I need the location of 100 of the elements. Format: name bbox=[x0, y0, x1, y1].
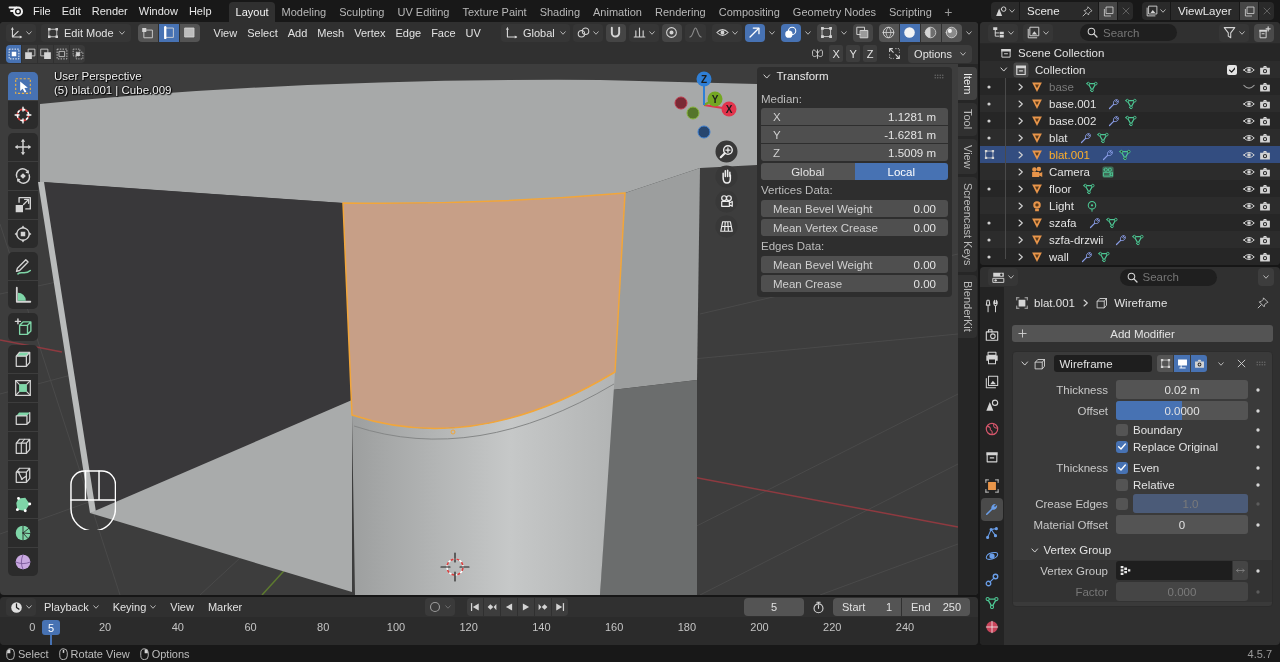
vertex-group-field[interactable] bbox=[1116, 561, 1232, 580]
camera-icon[interactable] bbox=[1259, 182, 1271, 195]
play-reverse-button[interactable] bbox=[500, 598, 517, 616]
select-mode-button[interactable] bbox=[179, 23, 200, 42]
chevron-right-icon[interactable] bbox=[1018, 252, 1024, 261]
number-field[interactable]: 0 bbox=[1116, 515, 1248, 534]
chevron-right-icon[interactable] bbox=[1018, 218, 1024, 227]
closed-eye-icon[interactable] bbox=[1243, 83, 1255, 90]
select-mode-button[interactable] bbox=[158, 23, 179, 42]
chevron-right-icon[interactable] bbox=[1018, 133, 1024, 142]
new-collection-button[interactable] bbox=[1254, 23, 1274, 42]
gizmo-toggle[interactable] bbox=[744, 23, 765, 42]
editor-type-button[interactable] bbox=[988, 268, 1018, 286]
menu-item[interactable]: Render bbox=[86, 1, 134, 21]
workspace-tab[interactable]: UV Editing bbox=[390, 2, 456, 22]
space-toggle[interactable]: Local bbox=[854, 163, 948, 180]
search-input[interactable]: Search bbox=[1103, 26, 1163, 39]
coordinate-field[interactable]: X 1.1281 m bbox=[761, 108, 948, 125]
selection-op-button[interactable] bbox=[70, 44, 85, 63]
chevron-right-icon[interactable] bbox=[1018, 167, 1024, 176]
axis-handle[interactable]: Z bbox=[696, 71, 712, 87]
stopwatch-icon[interactable] bbox=[812, 600, 825, 614]
chevron-right-icon[interactable] bbox=[1018, 116, 1024, 125]
camera-icon[interactable] bbox=[1259, 148, 1271, 161]
orientation-dropdown[interactable]: Global bbox=[500, 23, 570, 42]
previous-keyframe-button[interactable] bbox=[483, 598, 500, 616]
unlink-button[interactable] bbox=[1118, 2, 1133, 20]
menu-item[interactable]: Mesh bbox=[312, 23, 350, 42]
snap-target-dropdown[interactable] bbox=[628, 23, 659, 42]
mirror-axis-button[interactable]: X bbox=[829, 45, 844, 62]
workspace-tab[interactable]: Compositing bbox=[712, 2, 787, 22]
menu-item[interactable]: View bbox=[208, 23, 243, 42]
checkbox[interactable] bbox=[1116, 440, 1128, 453]
sidebar-tab[interactable]: Tool bbox=[958, 103, 977, 136]
menu-item[interactable]: Vertex bbox=[349, 23, 391, 42]
copy-button[interactable] bbox=[1099, 2, 1117, 20]
play-button[interactable] bbox=[517, 598, 534, 616]
checkbox[interactable] bbox=[1116, 478, 1128, 491]
chevron-right-icon[interactable] bbox=[1018, 150, 1024, 159]
jump-end-button[interactable] bbox=[551, 598, 568, 616]
chevron-down-icon[interactable] bbox=[1031, 547, 1039, 553]
pivot-dropdown[interactable] bbox=[572, 23, 603, 42]
arrows-icon[interactable] bbox=[888, 47, 902, 60]
workspace-tab[interactable]: Geometry Nodes bbox=[786, 2, 883, 22]
menu-item[interactable]: Edit bbox=[56, 1, 87, 21]
workspace-tab[interactable]: Shading bbox=[533, 2, 587, 22]
tool-button[interactable] bbox=[8, 432, 38, 460]
number-field[interactable]: Mean Bevel Weight 0.00 bbox=[761, 200, 948, 217]
outliner-row[interactable]: base.001 bbox=[980, 95, 1280, 112]
menu-item[interactable]: Face bbox=[426, 23, 461, 42]
search-field[interactable]: Search bbox=[1080, 24, 1177, 41]
menu-item[interactable]: Marker bbox=[201, 598, 249, 616]
mirror-axis-button[interactable]: Y bbox=[846, 45, 861, 62]
scene-browse-button[interactable] bbox=[991, 2, 1019, 20]
checkbox[interactable] bbox=[1116, 461, 1128, 474]
workspace-tab[interactable]: Layout bbox=[229, 2, 276, 22]
snap-toggle[interactable] bbox=[605, 23, 626, 42]
selection-op-button[interactable] bbox=[22, 44, 37, 63]
display-mode-dropdown[interactable] bbox=[988, 23, 1018, 42]
tool-button[interactable] bbox=[8, 345, 38, 373]
navigation-gizmo[interactable]: X Y Z bbox=[672, 68, 742, 144]
shading-mode-button[interactable] bbox=[941, 23, 962, 42]
camera-icon[interactable] bbox=[1259, 199, 1271, 212]
space-toggle[interactable]: Global bbox=[761, 163, 855, 180]
chevron-down-icon[interactable] bbox=[840, 30, 847, 35]
outliner-row[interactable]: Camera bbox=[980, 163, 1280, 180]
add-workspace-button[interactable]: + bbox=[938, 2, 959, 22]
axis-handle[interactable] bbox=[697, 125, 711, 139]
chevron-down-icon[interactable] bbox=[1021, 361, 1029, 366]
outliner-row[interactable]: szfa-drzwii bbox=[980, 231, 1280, 248]
editor-type-button[interactable] bbox=[6, 598, 36, 616]
render-toggle[interactable] bbox=[1191, 355, 1207, 372]
record-button[interactable] bbox=[424, 598, 455, 616]
menu-item[interactable]: Keying bbox=[106, 598, 163, 616]
menu-item[interactable]: File bbox=[27, 1, 57, 21]
start-frame-field[interactable]: Start 1 bbox=[833, 598, 901, 616]
xray-toggle[interactable] bbox=[852, 23, 873, 42]
camera-icon[interactable] bbox=[1259, 131, 1271, 144]
outliner-row[interactable]: Light bbox=[980, 197, 1280, 214]
menu-item[interactable]: Edge bbox=[390, 23, 427, 42]
menu-item[interactable]: Playback bbox=[38, 598, 105, 616]
chevron-down-icon[interactable] bbox=[965, 30, 972, 35]
item-name[interactable]: Collection bbox=[1035, 63, 1086, 76]
camera-icon[interactable] bbox=[1259, 97, 1271, 110]
copy-button[interactable] bbox=[1240, 2, 1258, 20]
breadcrumb-item[interactable]: Wireframe bbox=[1096, 297, 1168, 309]
next-keyframe-button[interactable] bbox=[534, 598, 551, 616]
menu-item[interactable]: Help bbox=[183, 1, 218, 21]
camera-icon[interactable] bbox=[1259, 80, 1271, 93]
axis-handle[interactable]: X bbox=[721, 101, 737, 117]
shading-mode-button[interactable] bbox=[920, 23, 941, 42]
shading-mode-button[interactable] bbox=[878, 23, 899, 42]
properties-tab[interactable] bbox=[981, 498, 1003, 521]
workspace-tab[interactable]: Texture Paint bbox=[455, 2, 534, 22]
add-modifier-button[interactable]: Add Modifier bbox=[1012, 325, 1273, 342]
menu-item[interactable]: Window bbox=[133, 1, 184, 21]
chevron-right-icon[interactable] bbox=[1018, 235, 1024, 244]
pin-icon[interactable] bbox=[1257, 297, 1269, 309]
number-field[interactable]: 0.02 m bbox=[1116, 380, 1248, 399]
axis-handle[interactable] bbox=[686, 106, 700, 120]
